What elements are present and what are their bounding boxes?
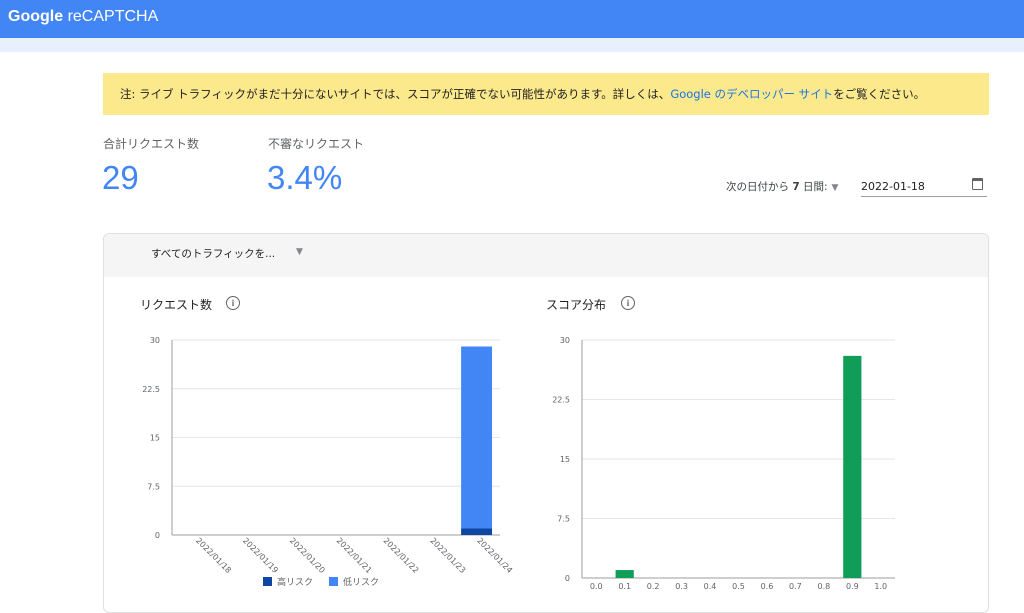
y-tick-label: 0	[565, 574, 570, 583]
x-tick-label: 0.9	[846, 582, 859, 591]
x-tick-label: 0.2	[647, 582, 660, 591]
x-tick-label: 0.0	[590, 582, 603, 591]
x-tick-label: 0.3	[675, 582, 688, 591]
y-tick-label: 15	[560, 455, 570, 464]
y-tick-label: 7.5	[557, 515, 570, 524]
x-tick-label: 0.7	[789, 582, 802, 591]
x-tick-label: 0.1	[618, 582, 631, 591]
x-tick-label: 0.5	[732, 582, 745, 591]
x-tick-label: 0.8	[817, 582, 830, 591]
y-tick-label: 30	[560, 336, 570, 345]
bar	[615, 570, 634, 578]
x-tick-label: 1.0	[874, 582, 887, 591]
x-tick-label: 0.4	[704, 582, 717, 591]
y-tick-label: 22.5	[552, 396, 570, 405]
bar	[843, 355, 862, 578]
score-chart: 0 7.5 15 22.5 30 0.0 0.1 0.2 0.3 0.4 0.5 0.6 0.7 0.8 0…	[552, 336, 895, 591]
x-tick-label: 0.6	[761, 582, 774, 591]
